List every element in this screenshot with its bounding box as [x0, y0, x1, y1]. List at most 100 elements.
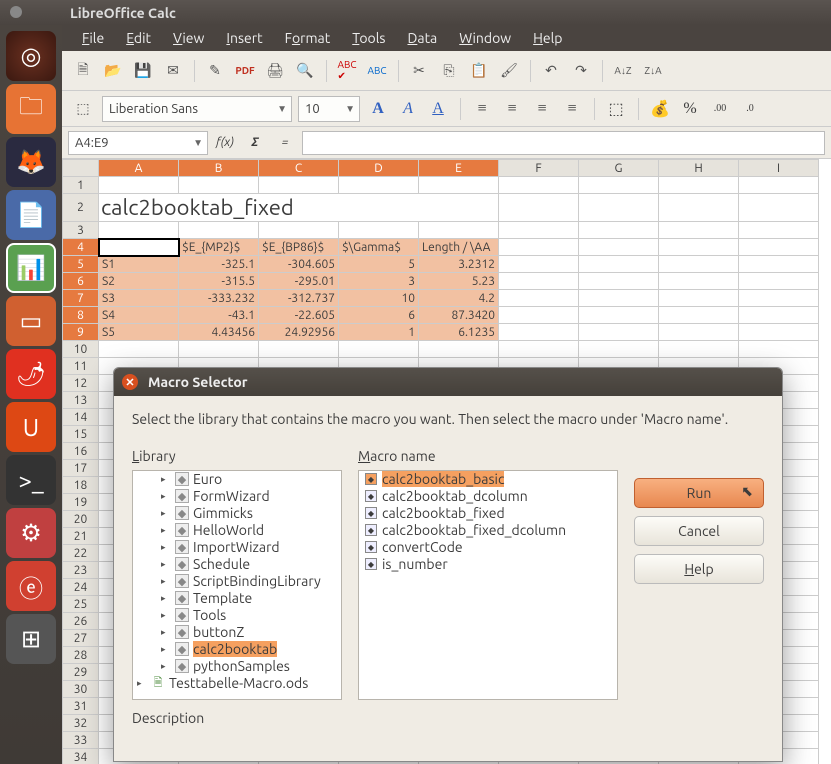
cell[interactable]: 4.2 [419, 290, 499, 307]
cell[interactable]: 87.3420 [419, 307, 499, 324]
row-header[interactable]: 33 [63, 732, 99, 749]
cell[interactable]: $E_{BP86}$ [259, 239, 339, 256]
edit-icon[interactable]: ✎ [202, 58, 228, 84]
print-icon[interactable]: 🖨 [262, 58, 288, 84]
cell[interactable]: calc2booktab_fixed [99, 194, 499, 222]
cell[interactable] [419, 222, 499, 239]
cell[interactable]: 10 [339, 290, 419, 307]
cell[interactable] [499, 273, 579, 290]
row-header[interactable]: 4 [63, 239, 99, 256]
launcher-firefox[interactable]: 🦊 [6, 137, 56, 187]
macro-item[interactable]: ◆calc2booktab_fixed_dcolumn [359, 522, 617, 539]
row-header[interactable]: 7 [63, 290, 99, 307]
help-button[interactable]: Help [634, 554, 764, 584]
cell[interactable] [179, 222, 259, 239]
row-header[interactable]: 13 [63, 392, 99, 409]
library-item[interactable]: ▸◆Gimmicks [133, 505, 341, 522]
cell[interactable]: S4 [99, 307, 179, 324]
cell[interactable] [179, 341, 259, 358]
expand-icon[interactable]: ▸ [161, 559, 171, 570]
launcher-calc[interactable]: 📊 [6, 243, 56, 293]
cell[interactable] [99, 239, 179, 256]
row-header[interactable]: 16 [63, 443, 99, 460]
copy-icon[interactable]: ⎘ [436, 58, 462, 84]
merge-cells-icon[interactable]: ⬚ [604, 97, 628, 121]
italic-button[interactable]: A [396, 97, 420, 121]
cell[interactable] [659, 222, 739, 239]
cell[interactable] [339, 341, 419, 358]
cell[interactable] [579, 256, 659, 273]
cell[interactable] [659, 194, 739, 222]
library-item[interactable]: ▸◆Template [133, 590, 341, 607]
open-icon[interactable]: 📂 [100, 58, 126, 84]
cell[interactable]: -295.01 [259, 273, 339, 290]
cell[interactable] [579, 341, 659, 358]
cell[interactable]: Length / \AA [419, 239, 499, 256]
row-header[interactable]: 31 [63, 698, 99, 715]
cell[interactable]: 4.43456 [179, 324, 259, 341]
cell[interactable] [739, 222, 819, 239]
menu-edit[interactable]: Edit [118, 27, 159, 49]
decimal-remove-icon[interactable]: .0 [738, 97, 762, 121]
cell[interactable] [99, 222, 179, 239]
cell[interactable] [259, 341, 339, 358]
cell[interactable] [739, 239, 819, 256]
styles-icon[interactable]: ⬚ [70, 96, 96, 122]
cell[interactable] [579, 307, 659, 324]
cell[interactable] [579, 290, 659, 307]
cell[interactable] [499, 307, 579, 324]
cell[interactable] [99, 177, 179, 194]
column-header[interactable]: D [339, 160, 419, 177]
cell[interactable] [739, 273, 819, 290]
cell[interactable] [499, 194, 579, 222]
launcher-writer[interactable]: 📄 [6, 190, 56, 240]
column-header[interactable]: I [739, 160, 819, 177]
cell[interactable] [739, 307, 819, 324]
cell[interactable] [499, 341, 579, 358]
column-header[interactable]: G [579, 160, 659, 177]
library-tree[interactable]: ▸◆Euro▸◆FormWizard▸◆Gimmicks▸◆HelloWorld… [132, 470, 342, 700]
cell[interactable] [659, 273, 739, 290]
cell[interactable] [499, 324, 579, 341]
menu-help[interactable]: Help [525, 27, 570, 49]
column-header[interactable]: C [259, 160, 339, 177]
row-header[interactable]: 5 [63, 256, 99, 273]
cell[interactable] [659, 290, 739, 307]
row-header[interactable]: 10 [63, 341, 99, 358]
expand-icon[interactable]: ▸ [161, 627, 171, 638]
font-size-select[interactable]: 10 ▼ [298, 96, 360, 122]
cell[interactable] [499, 222, 579, 239]
cell[interactable] [339, 177, 419, 194]
close-icon[interactable]: ✕ [122, 374, 138, 390]
macro-item[interactable]: ◆convertCode [359, 539, 617, 556]
row-header[interactable]: 32 [63, 715, 99, 732]
cell[interactable]: S1 [99, 256, 179, 273]
cell[interactable] [659, 324, 739, 341]
library-item[interactable]: ▸◆calc2booktab [133, 641, 341, 658]
row-header[interactable]: 11 [63, 358, 99, 375]
row-header[interactable]: 27 [63, 630, 99, 647]
underline-button[interactable]: A [426, 97, 450, 121]
expand-icon[interactable]: ▸ [161, 491, 171, 502]
cell[interactable] [579, 222, 659, 239]
cell[interactable] [739, 256, 819, 273]
preview-icon[interactable]: 🔍 [292, 58, 318, 84]
menu-format[interactable]: Format [277, 27, 339, 49]
row-header[interactable]: 20 [63, 511, 99, 528]
row-header[interactable]: 22 [63, 545, 99, 562]
launcher-ubuntu-one[interactable]: U [6, 402, 56, 452]
cell[interactable] [99, 341, 179, 358]
expand-icon[interactable]: ▸ [161, 661, 171, 672]
cell[interactable] [739, 324, 819, 341]
paste-icon[interactable]: 📋 [466, 58, 492, 84]
row-header[interactable]: 12 [63, 375, 99, 392]
row-header[interactable]: 3 [63, 222, 99, 239]
library-item[interactable]: ▸◆ScriptBindingLibrary [133, 573, 341, 590]
library-item[interactable]: ▸◆Schedule [133, 556, 341, 573]
row-header[interactable]: 15 [63, 426, 99, 443]
cell[interactable] [659, 177, 739, 194]
library-doc-item[interactable]: ▸🗎Testtabelle-Macro.ods [133, 675, 341, 692]
column-header[interactable]: E [419, 160, 499, 177]
format-paint-icon[interactable]: 🖌 [496, 58, 522, 84]
cell[interactable] [659, 341, 739, 358]
